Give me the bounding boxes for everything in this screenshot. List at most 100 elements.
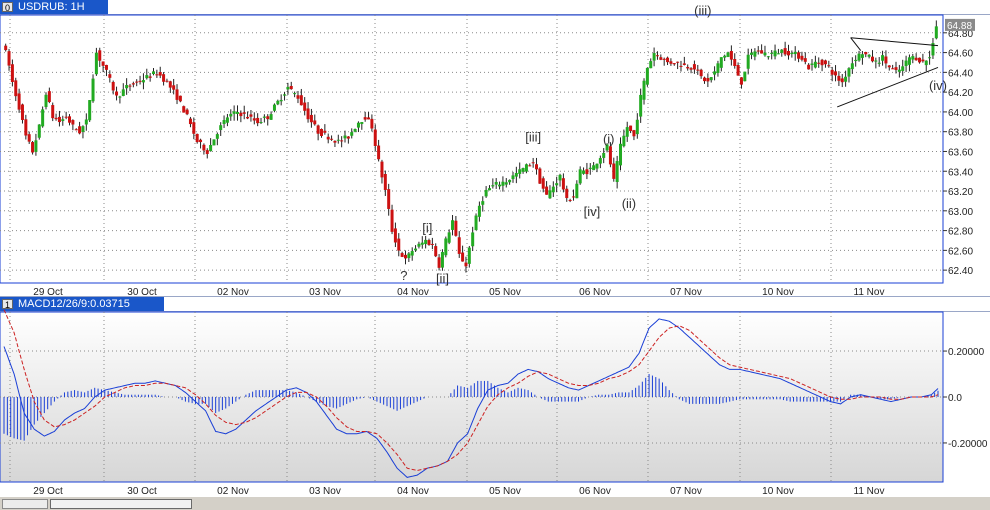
price-candle-up	[924, 60, 928, 66]
price-candle-down	[135, 81, 139, 83]
price-candle-down	[733, 58, 737, 66]
last-price-badge: 64.88	[945, 18, 975, 32]
price-candle-down	[64, 116, 68, 118]
price-candle-up	[518, 169, 522, 174]
price-candle-up	[222, 120, 226, 125]
wave-label: [ii]	[436, 271, 449, 286]
price-candle-up	[928, 57, 932, 59]
price-y-tick-label: 62.80	[948, 227, 973, 238]
price-candle-up	[514, 172, 518, 177]
price-candle-down	[309, 114, 313, 123]
price-candle-up	[229, 113, 233, 117]
price-candle-down	[71, 120, 75, 125]
macd-y-tick-label: 0.0	[948, 393, 962, 404]
price-candle-up	[746, 54, 750, 69]
price-candle-down	[373, 129, 377, 146]
price-y-tick-label: 62.40	[948, 266, 973, 277]
price-candle-down	[202, 144, 206, 151]
macd-x-tick-label: 02 Nov	[217, 486, 249, 497]
wave-label: (ii)	[622, 196, 636, 211]
price-candle-up	[642, 80, 646, 100]
price-candle-down	[54, 117, 58, 120]
price-candle-down	[242, 112, 246, 114]
price-candle-down	[699, 69, 703, 77]
price-candle-up	[219, 125, 223, 131]
price-candle-down	[535, 164, 539, 170]
price-candle-down	[188, 118, 192, 125]
price-candle-up	[766, 56, 770, 58]
macd-x-tick-label: 30 Oct	[127, 486, 157, 497]
price-candle-down	[797, 52, 801, 59]
price-candle-up	[41, 109, 45, 127]
price-y-tick-label: 63.20	[948, 187, 973, 198]
price-candle-down	[138, 80, 142, 82]
price-candle-up	[598, 158, 602, 164]
price-y-tick-label: 64.20	[948, 88, 973, 99]
price-candle-down	[383, 173, 387, 190]
price-candle-up	[407, 253, 411, 259]
price-candle-down	[27, 134, 31, 142]
price-candle-up	[645, 67, 649, 85]
price-candle-up	[336, 139, 340, 141]
price-candle-up	[901, 66, 905, 71]
price-candle-up	[360, 121, 364, 125]
price-candle-down	[864, 52, 868, 55]
price-candle-up	[44, 94, 48, 108]
price-candle-down	[74, 129, 78, 131]
price-candle-down	[545, 186, 549, 195]
price-candle-down	[632, 130, 636, 137]
price-candle-down	[346, 136, 350, 139]
scrollbar-left-segment[interactable]	[2, 499, 48, 509]
price-candle-down	[165, 80, 169, 82]
price-candle-down	[397, 238, 401, 251]
price-candle-down	[10, 64, 14, 82]
price-candle-up	[743, 71, 747, 82]
price-candle-up	[141, 80, 145, 83]
price-candle-down	[427, 240, 431, 245]
price-candle-down	[565, 188, 569, 199]
macd-x-tick-label: 06 Nov	[579, 486, 611, 497]
price-candle-down	[172, 85, 176, 90]
price-candle-down	[370, 118, 374, 129]
macd-x-tick-label: 04 Nov	[397, 486, 429, 497]
price-candle-up	[343, 135, 347, 139]
price-candle-up	[91, 78, 95, 102]
price-candle-up	[723, 55, 727, 58]
price-candle-down	[17, 93, 21, 110]
price-candle-up	[118, 96, 122, 98]
price-candle-down	[434, 246, 438, 257]
price-candle-up	[524, 164, 528, 172]
price-candle-up	[276, 100, 280, 105]
price-candle-down	[612, 163, 616, 179]
price-candle-down	[679, 65, 683, 67]
price-candle-down	[629, 125, 633, 132]
price-candle-down	[158, 71, 162, 76]
price-candle-down	[239, 112, 243, 117]
price-candle-up	[907, 57, 911, 65]
price-x-tick-label: 02 Nov	[217, 287, 249, 298]
price-candle-down	[155, 74, 159, 76]
price-y-axis: 64.8064.6064.4064.2064.0063.8063.6063.40…	[943, 29, 973, 277]
price-y-tick-label: 63.60	[948, 147, 973, 158]
chart-canvas[interactable]: (iii)[iii] (i)[i][iv](ii)? [ii](iv) 64.806…	[0, 0, 990, 510]
price-candle-down	[464, 262, 468, 267]
price-candle-down	[313, 120, 317, 125]
scrollbar-thumb[interactable]	[50, 499, 192, 509]
price-candle-down	[659, 57, 663, 60]
price-candle-down	[884, 56, 888, 64]
price-candle-down	[655, 55, 659, 57]
price-candle-up	[582, 170, 586, 174]
price-candle-down	[568, 199, 572, 201]
price-candle-up	[793, 51, 797, 55]
price-candle-up	[753, 51, 757, 57]
price-candle-up	[625, 127, 629, 137]
price-candle-up	[844, 76, 848, 82]
price-candle-down	[319, 128, 323, 136]
price-candle-down	[400, 253, 404, 257]
price-candle-up	[283, 94, 287, 96]
price-candle-up	[145, 75, 149, 79]
price-x-tick-label: 07 Nov	[670, 287, 702, 298]
macd-x-axis: 29 Oct 30 Oct 02 Nov 03 Nov 04 Nov 05 Nov 06 N…	[33, 486, 884, 497]
price-candle-up	[236, 111, 239, 114]
price-candle-up	[904, 60, 908, 66]
